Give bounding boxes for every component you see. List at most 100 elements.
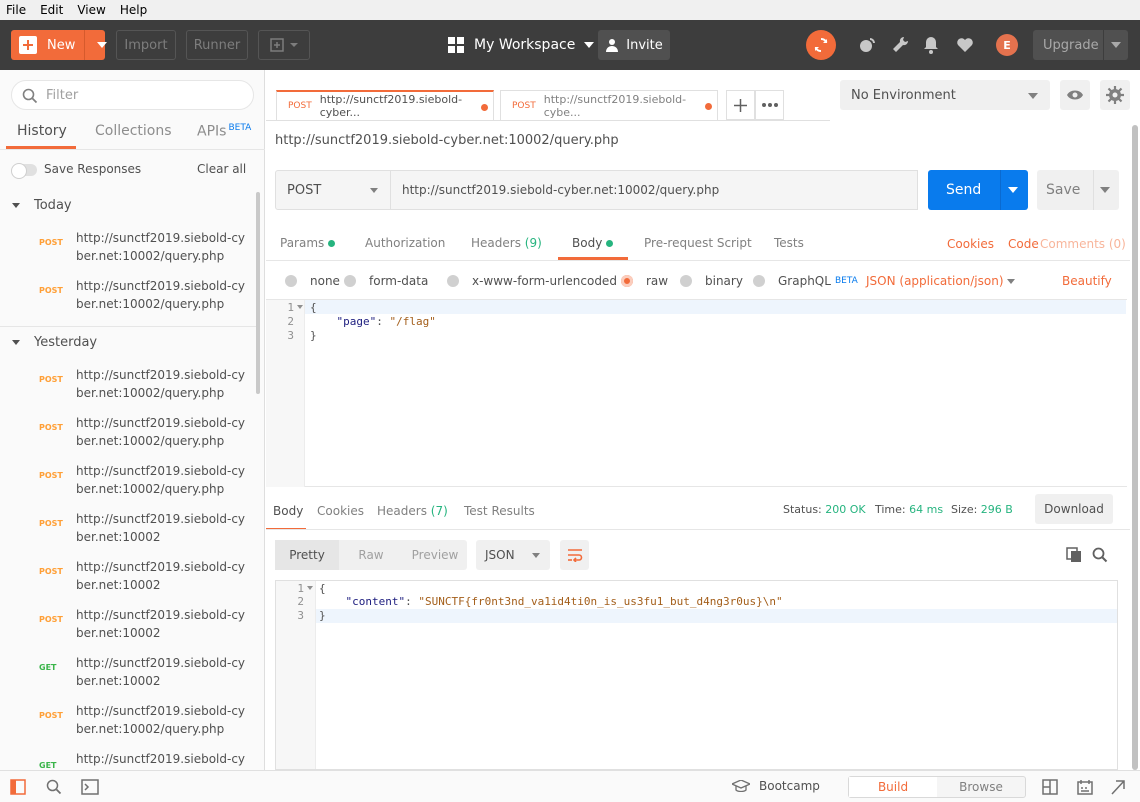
save-button[interactable]: Save <box>1037 170 1119 210</box>
group-header[interactable]: Yesterday <box>0 327 257 357</box>
request-tab[interactable]: POST http://sunctf2019.siebold-cyber... <box>276 90 494 120</box>
list-item[interactable]: POST http://sunctf2019.siebold-cyber.net:… <box>0 693 257 741</box>
send-button[interactable]: Send <box>928 170 1028 210</box>
size-indicator[interactable]: Size: 296 B <box>951 503 1013 516</box>
format-select[interactable]: JSON <box>476 540 550 570</box>
bell-icon[interactable] <box>921 35 941 55</box>
two-pane-icon[interactable] <box>1042 779 1058 795</box>
search-input[interactable]: Filter <box>11 80 254 110</box>
list-item[interactable]: POST http://sunctf2019.siebold-cyber.net:… <box>0 597 257 645</box>
tab-body[interactable]: Body <box>572 236 614 250</box>
comments-link[interactable]: Comments (0) <box>1040 237 1126 251</box>
tab-response-body[interactable]: Body <box>273 504 303 518</box>
chevron-down-icon[interactable] <box>1007 279 1015 284</box>
sidebar-scrollbar[interactable] <box>256 192 260 394</box>
console-icon[interactable] <box>81 779 99 795</box>
heart-icon[interactable] <box>955 35 975 55</box>
list-item[interactable]: POST http://sunctf2019.siebold-cyber.net:… <box>0 453 257 501</box>
invite-button[interactable]: Invite <box>598 30 670 60</box>
list-item[interactable]: POST http://sunctf2019.siebold-cyber.net:… <box>0 501 257 549</box>
tab-pre-request-script[interactable]: Pre-request Script <box>644 236 752 250</box>
request-body-editor[interactable]: 1 2 3 { "page": "/flag" } <box>266 299 1127 487</box>
clear-all-button[interactable]: Clear all <box>197 162 246 176</box>
status-indicator[interactable]: Status: 200 OK <box>783 503 866 516</box>
view-preview[interactable]: Preview <box>403 540 467 570</box>
menu-edit[interactable]: Edit <box>40 3 63 17</box>
help-icon[interactable] <box>1110 779 1128 795</box>
plus-icon <box>19 36 37 54</box>
tab-test-results[interactable]: Test Results <box>464 504 535 518</box>
list-item[interactable]: POST http://sunctf2019.siebold-cyber.net:… <box>0 405 257 453</box>
menu-file[interactable]: File <box>6 3 26 17</box>
chevron-down-icon[interactable] <box>1100 187 1110 193</box>
download-button[interactable]: Download <box>1035 494 1113 524</box>
fold-icon[interactable] <box>307 586 313 590</box>
body-type-urlencoded[interactable]: x-www-form-urlencoded <box>447 274 617 288</box>
tab-headers[interactable]: Headers (9) <box>471 236 542 250</box>
request-title[interactable]: http://sunctf2019.siebold-cyber.net:1000… <box>275 133 619 148</box>
body-type-graphql[interactable]: GraphQL BETA <box>753 274 858 288</box>
import-button[interactable]: Import <box>116 30 176 60</box>
manage-environments-button[interactable] <box>1100 80 1130 110</box>
wrench-icon[interactable] <box>890 35 910 55</box>
list-item[interactable]: GEThttp://sunctf2019.siebold-cyber.net:1… <box>0 741 257 773</box>
avatar[interactable]: E <box>996 34 1018 56</box>
list-item[interactable]: POST http://sunctf2019.siebold-cyber.net:… <box>0 357 257 405</box>
workspace-switcher[interactable]: My Workspace <box>448 30 595 60</box>
bootcamp-button[interactable]: Bootcamp <box>732 779 820 793</box>
copy-icon[interactable] <box>1066 547 1082 563</box>
chevron-down-icon[interactable] <box>1008 187 1018 193</box>
find-icon[interactable] <box>46 779 62 795</box>
runner-button[interactable]: Runner <box>186 30 248 60</box>
tab-collections[interactable]: Collections <box>95 123 172 139</box>
fold-icon[interactable] <box>297 305 303 309</box>
response-body-viewer[interactable]: 1 2 3 { "content": "SUNCTF{fr0nt3nd_va1i… <box>275 580 1118 770</box>
save-responses-toggle[interactable] <box>11 163 37 179</box>
list-item[interactable]: POST http://sunctf2019.siebold-cyber.net:… <box>0 268 257 316</box>
tab-params[interactable]: Params <box>280 236 336 250</box>
tab-response-headers[interactable]: Headers (7) <box>377 504 448 518</box>
search-icon[interactable] <box>1092 547 1108 563</box>
body-type-none[interactable]: none <box>285 274 340 288</box>
tab-authorization[interactable]: Authorization <box>365 236 445 250</box>
sidebar-toggle-icon[interactable] <box>10 779 26 795</box>
keyboard-shortcuts-icon[interactable] <box>1077 779 1093 795</box>
menu-view[interactable]: View <box>77 3 105 17</box>
new-button[interactable]: New <box>11 30 107 60</box>
tab-tests[interactable]: Tests <box>774 236 804 250</box>
list-item[interactable]: GEThttp://sunctf2019.siebold-cyber.net:1… <box>0 645 257 693</box>
cookies-link[interactable]: Cookies <box>947 237 994 251</box>
time-indicator[interactable]: Time: 64 ms <box>875 503 943 516</box>
environment-select[interactable]: No Environment <box>840 80 1050 110</box>
browse-tab[interactable]: Browse <box>937 777 1025 797</box>
sync-icon[interactable] <box>806 30 836 60</box>
tab-response-cookies[interactable]: Cookies <box>317 504 364 518</box>
new-window-button[interactable] <box>258 30 310 60</box>
url-input[interactable]: http://sunctf2019.siebold-cyber.net:1000… <box>391 170 918 210</box>
main-scrollbar[interactable] <box>1132 125 1138 770</box>
list-item[interactable]: POST http://sunctf2019.siebold-cyber.net:… <box>0 220 257 268</box>
add-tab-button[interactable] <box>726 90 755 120</box>
tab-apis[interactable]: APIs BETA <box>197 123 251 140</box>
satellite-icon[interactable] <box>857 35 877 55</box>
chevron-down-icon[interactable] <box>97 42 107 48</box>
request-tab[interactable]: POST http://sunctf2019.siebold-cybe... <box>500 90 718 120</box>
menu-help[interactable]: Help <box>120 3 147 17</box>
view-pretty[interactable]: Pretty <box>275 540 339 570</box>
method-select[interactable]: POST <box>275 170 391 210</box>
wrap-lines-button[interactable] <box>560 540 589 570</box>
view-raw[interactable]: Raw <box>339 540 403 570</box>
body-type-binary[interactable]: binary <box>680 274 743 288</box>
body-type-form-data[interactable]: form-data <box>344 274 428 288</box>
more-tabs-button[interactable] <box>755 90 784 120</box>
body-type-raw[interactable]: raw <box>621 274 668 288</box>
build-tab[interactable]: Build <box>849 777 937 797</box>
list-item[interactable]: POST http://sunctf2019.siebold-cyber.net:… <box>0 549 257 597</box>
environment-quick-look-button[interactable] <box>1060 80 1090 110</box>
tab-history[interactable]: History <box>17 123 67 139</box>
upgrade-button[interactable]: Upgrade <box>1033 30 1128 60</box>
group-header[interactable]: Today <box>0 190 257 220</box>
beautify-button[interactable]: Beautify <box>1062 274 1112 288</box>
code-link[interactable]: Code <box>1008 237 1039 251</box>
content-type-select[interactable]: JSON (application/json) <box>866 274 1004 288</box>
